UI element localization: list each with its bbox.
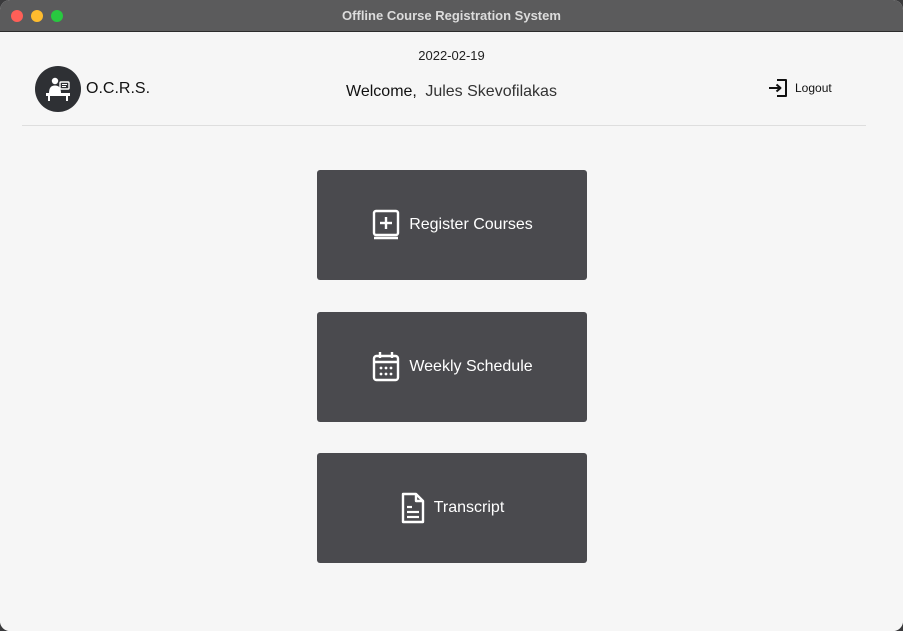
user-name: Jules Skevofilakas (425, 83, 557, 100)
welcome-label: Welcome, (346, 83, 417, 100)
main-content: 2022-02-19 O.C.R.S. Welcome, Jules Skevo… (0, 32, 903, 631)
transcript-button[interactable]: Transcript (317, 453, 587, 563)
book-plus-icon (372, 209, 400, 240)
weekly-schedule-button[interactable]: Weekly Schedule (317, 312, 587, 422)
calendar-icon (373, 352, 400, 382)
weekly-schedule-label: Weekly Schedule (409, 358, 533, 375)
window-title: Offline Course Registration System (342, 8, 561, 23)
register-courses-button[interactable]: Register Courses (317, 170, 587, 280)
logout-label: Logout (795, 81, 832, 95)
logout-button[interactable]: Logout (768, 77, 832, 99)
app-window: Offline Course Registration System 2022-… (0, 0, 903, 631)
logout-icon (769, 79, 787, 97)
register-courses-label: Register Courses (409, 216, 533, 233)
title-bar: Offline Course Registration System (0, 0, 903, 32)
header-divider (22, 125, 866, 126)
current-date: 2022-02-19 (418, 48, 485, 63)
document-icon (401, 492, 424, 524)
transcript-label: Transcript (433, 499, 505, 516)
